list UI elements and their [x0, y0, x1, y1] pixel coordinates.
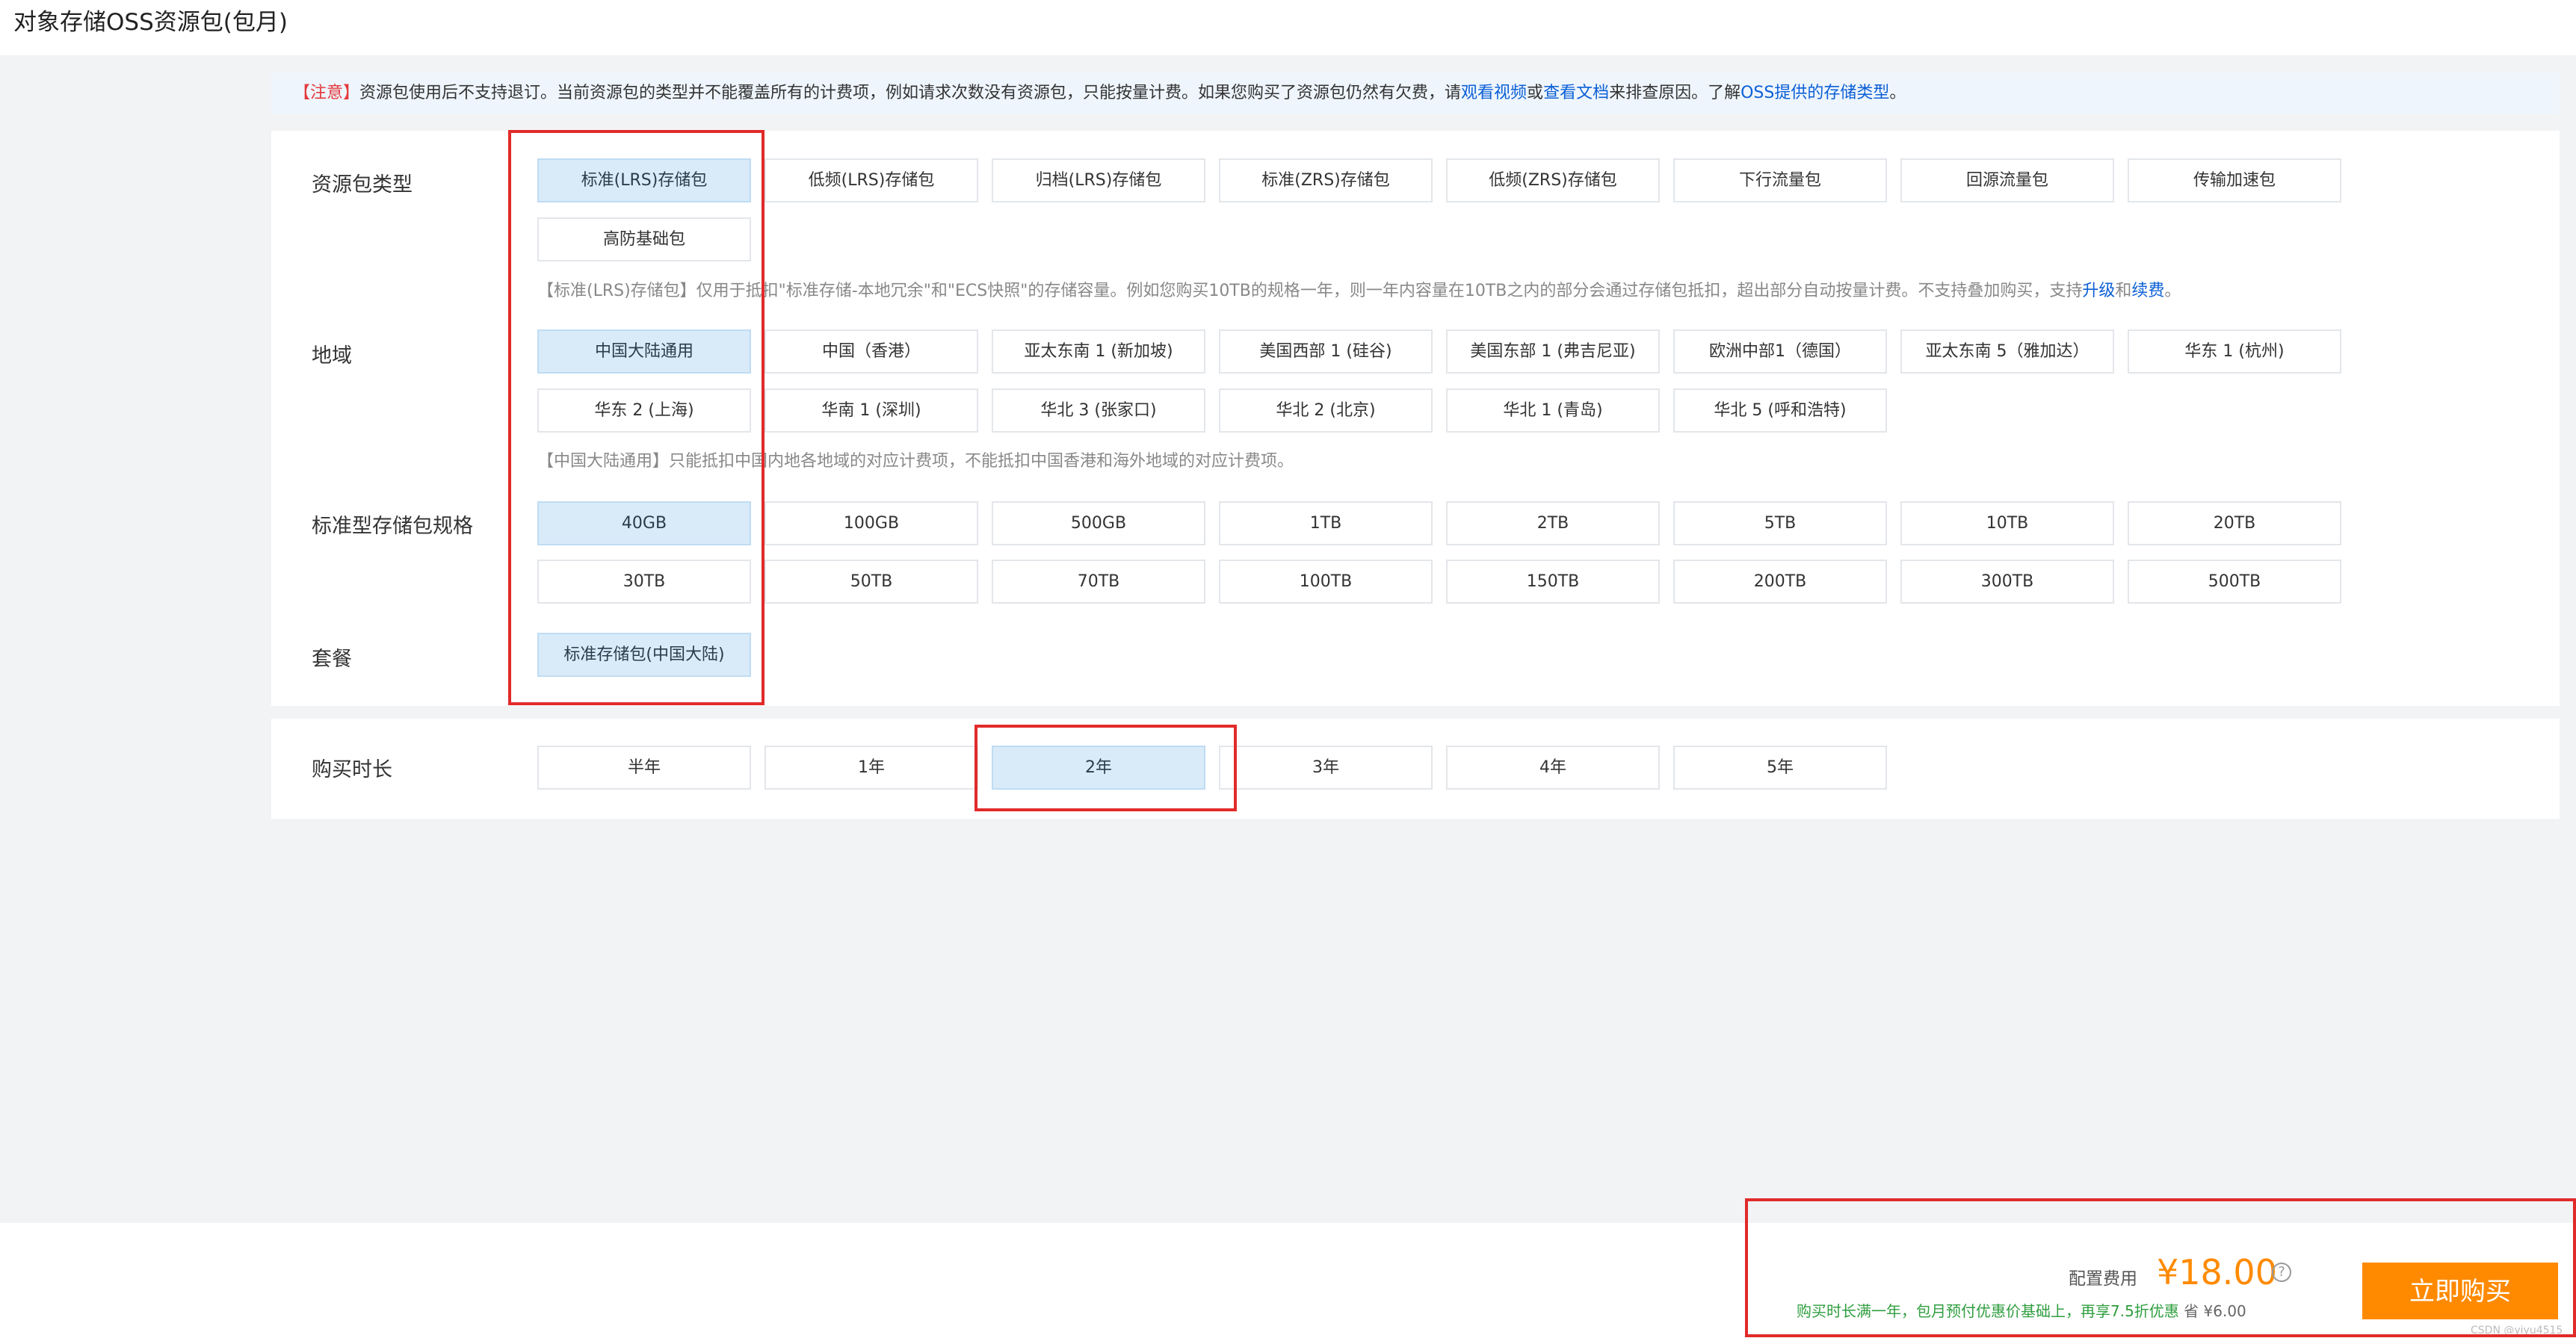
- savings-amount: 省 ¥6.00: [2184, 1302, 2246, 1320]
- spec-option[interactable]: 300TB: [1900, 560, 2114, 604]
- spec-option[interactable]: 1TB: [1219, 501, 1433, 545]
- package-desc-and: 和: [2115, 282, 2132, 300]
- package-desc-end: 。: [2164, 282, 2181, 300]
- package-type-desc: 【标准(LRS)存储包】仅用于抵扣"标准存储-本地冗余"和"ECS快照"的存储容…: [537, 280, 2181, 303]
- fee-label: 配置费用: [2069, 1269, 2137, 1289]
- discount-note: 购买时长满一年，包月预付优惠价基础上，再享7.5折优惠 省 ¥6.00: [1797, 1301, 2246, 1322]
- duration-option[interactable]: 4年: [1446, 746, 1660, 790]
- duration-label: 购买时长: [312, 758, 392, 781]
- spec-option[interactable]: 100GB: [765, 501, 978, 545]
- region-option[interactable]: 美国东部 1 (弗吉尼亚): [1446, 329, 1660, 374]
- duration-option[interactable]: 2年: [992, 746, 1205, 790]
- spec-option[interactable]: 500TB: [2128, 560, 2341, 604]
- duration-option[interactable]: 半年: [537, 746, 751, 790]
- watermark: CSDN @yiyu4515: [2471, 1325, 2563, 1337]
- notice-text-2: 来排查原因。了解: [1609, 84, 1741, 102]
- spec-option[interactable]: 5TB: [1673, 501, 1887, 545]
- page-title: 对象存储OSS资源包(包月): [13, 9, 288, 36]
- region-desc: 【中国大陆通用】只能抵扣中国内地各地域的对应计费项，不能抵扣中国香港和海外地域的…: [537, 452, 1294, 471]
- notice-end: 。: [1889, 84, 1906, 102]
- region-option[interactable]: 华北 3 (张家口): [992, 388, 1205, 433]
- spec-option[interactable]: 70TB: [992, 560, 1205, 604]
- package-type-option[interactable]: 标准(ZRS)存储包: [1219, 158, 1433, 202]
- storage-types-link[interactable]: OSS提供的存储类型: [1741, 84, 1889, 102]
- region-option[interactable]: 华南 1 (深圳): [765, 388, 978, 433]
- page-header: 对象存储OSS资源包(包月): [0, 0, 2576, 55]
- spec-option[interactable]: 2TB: [1446, 501, 1660, 545]
- question-mark-icon[interactable]: ?: [2272, 1263, 2291, 1282]
- region-option[interactable]: 欧洲中部1（德国）: [1673, 329, 1887, 374]
- package-type-label: 资源包类型: [312, 173, 413, 196]
- view-docs-link[interactable]: 查看文档: [1543, 84, 1609, 102]
- region-option[interactable]: 华东 1 (杭州): [2128, 329, 2341, 374]
- plan-label: 套餐: [312, 648, 352, 671]
- price-value: ¥18.00: [2157, 1252, 2277, 1292]
- spec-option[interactable]: 200TB: [1673, 560, 1887, 604]
- buy-now-button[interactable]: 立即购买: [2362, 1263, 2558, 1319]
- region-option[interactable]: 华北 5 (呼和浩特): [1673, 388, 1887, 433]
- upgrade-link[interactable]: 升级: [2082, 282, 2115, 300]
- duration-panel: 购买时长 半年 1年 2年 3年 4年 5年: [271, 719, 2560, 819]
- discount-text: 购买时长满一年，包月预付优惠价基础上，再享7.5折优惠: [1797, 1302, 2179, 1320]
- package-type-option[interactable]: 高防基础包: [537, 217, 751, 261]
- notice-text: 资源包使用后不支持退订。当前资源包的类型并不能覆盖所有的计费项，例如请求次数没有…: [359, 84, 1462, 102]
- duration-option[interactable]: 3年: [1219, 746, 1433, 790]
- package-desc-text: 【标准(LRS)存储包】仅用于抵扣"标准存储-本地冗余"和"ECS快照"的存储容…: [537, 282, 2083, 300]
- spec-option[interactable]: 150TB: [1446, 560, 1660, 604]
- region-option[interactable]: 华北 1 (青岛): [1446, 388, 1660, 433]
- region-option[interactable]: 中国（香港）: [765, 329, 978, 374]
- package-type-option[interactable]: 低频(LRS)存储包: [765, 158, 978, 202]
- duration-option[interactable]: 5年: [1673, 746, 1887, 790]
- package-type-option[interactable]: 归档(LRS)存储包: [992, 158, 1205, 202]
- package-type-option[interactable]: 回源流量包: [1900, 158, 2114, 202]
- spec-option[interactable]: 20TB: [2128, 501, 2341, 545]
- notice-tag: 【注意】: [294, 84, 360, 102]
- region-option[interactable]: 华北 2 (北京): [1219, 388, 1433, 433]
- duration-option[interactable]: 1年: [765, 746, 978, 790]
- spec-option[interactable]: 50TB: [765, 560, 978, 604]
- package-type-option[interactable]: 传输加速包: [2128, 158, 2341, 202]
- renew-link[interactable]: 续费: [2131, 282, 2164, 300]
- notice-bar: 【注意】资源包使用后不支持退订。当前资源包的类型并不能覆盖所有的计费项，例如请求…: [271, 72, 2560, 114]
- spec-option[interactable]: 40GB: [537, 501, 751, 545]
- region-option[interactable]: 华东 2 (上海): [537, 388, 751, 433]
- package-type-option[interactable]: 标准(LRS)存储包: [537, 158, 751, 202]
- region-option[interactable]: 中国大陆通用: [537, 329, 751, 374]
- region-option[interactable]: 美国西部 1 (硅谷): [1219, 329, 1433, 374]
- plan-option[interactable]: 标准存储包(中国大陆): [537, 633, 751, 677]
- spec-option[interactable]: 10TB: [1900, 501, 2114, 545]
- package-type-option[interactable]: 下行流量包: [1673, 158, 1887, 202]
- spec-option[interactable]: 500GB: [992, 501, 1205, 545]
- region-label: 地域: [312, 344, 352, 368]
- region-option[interactable]: 亚太东南 1 (新加坡): [992, 329, 1205, 374]
- package-type-option[interactable]: 低频(ZRS)存储包: [1446, 158, 1660, 202]
- spec-label: 标准型存储包规格: [312, 515, 473, 538]
- notice-or: 或: [1527, 84, 1544, 102]
- config-panel: 资源包类型 标准(LRS)存储包 低频(LRS)存储包 归档(LRS)存储包 标准(Z…: [271, 131, 2560, 706]
- spec-option[interactable]: 100TB: [1219, 560, 1433, 604]
- region-option[interactable]: 亚太东南 5（雅加达）: [1900, 329, 2114, 374]
- watch-video-link[interactable]: 观看视频: [1461, 84, 1527, 102]
- spec-option[interactable]: 30TB: [537, 560, 751, 604]
